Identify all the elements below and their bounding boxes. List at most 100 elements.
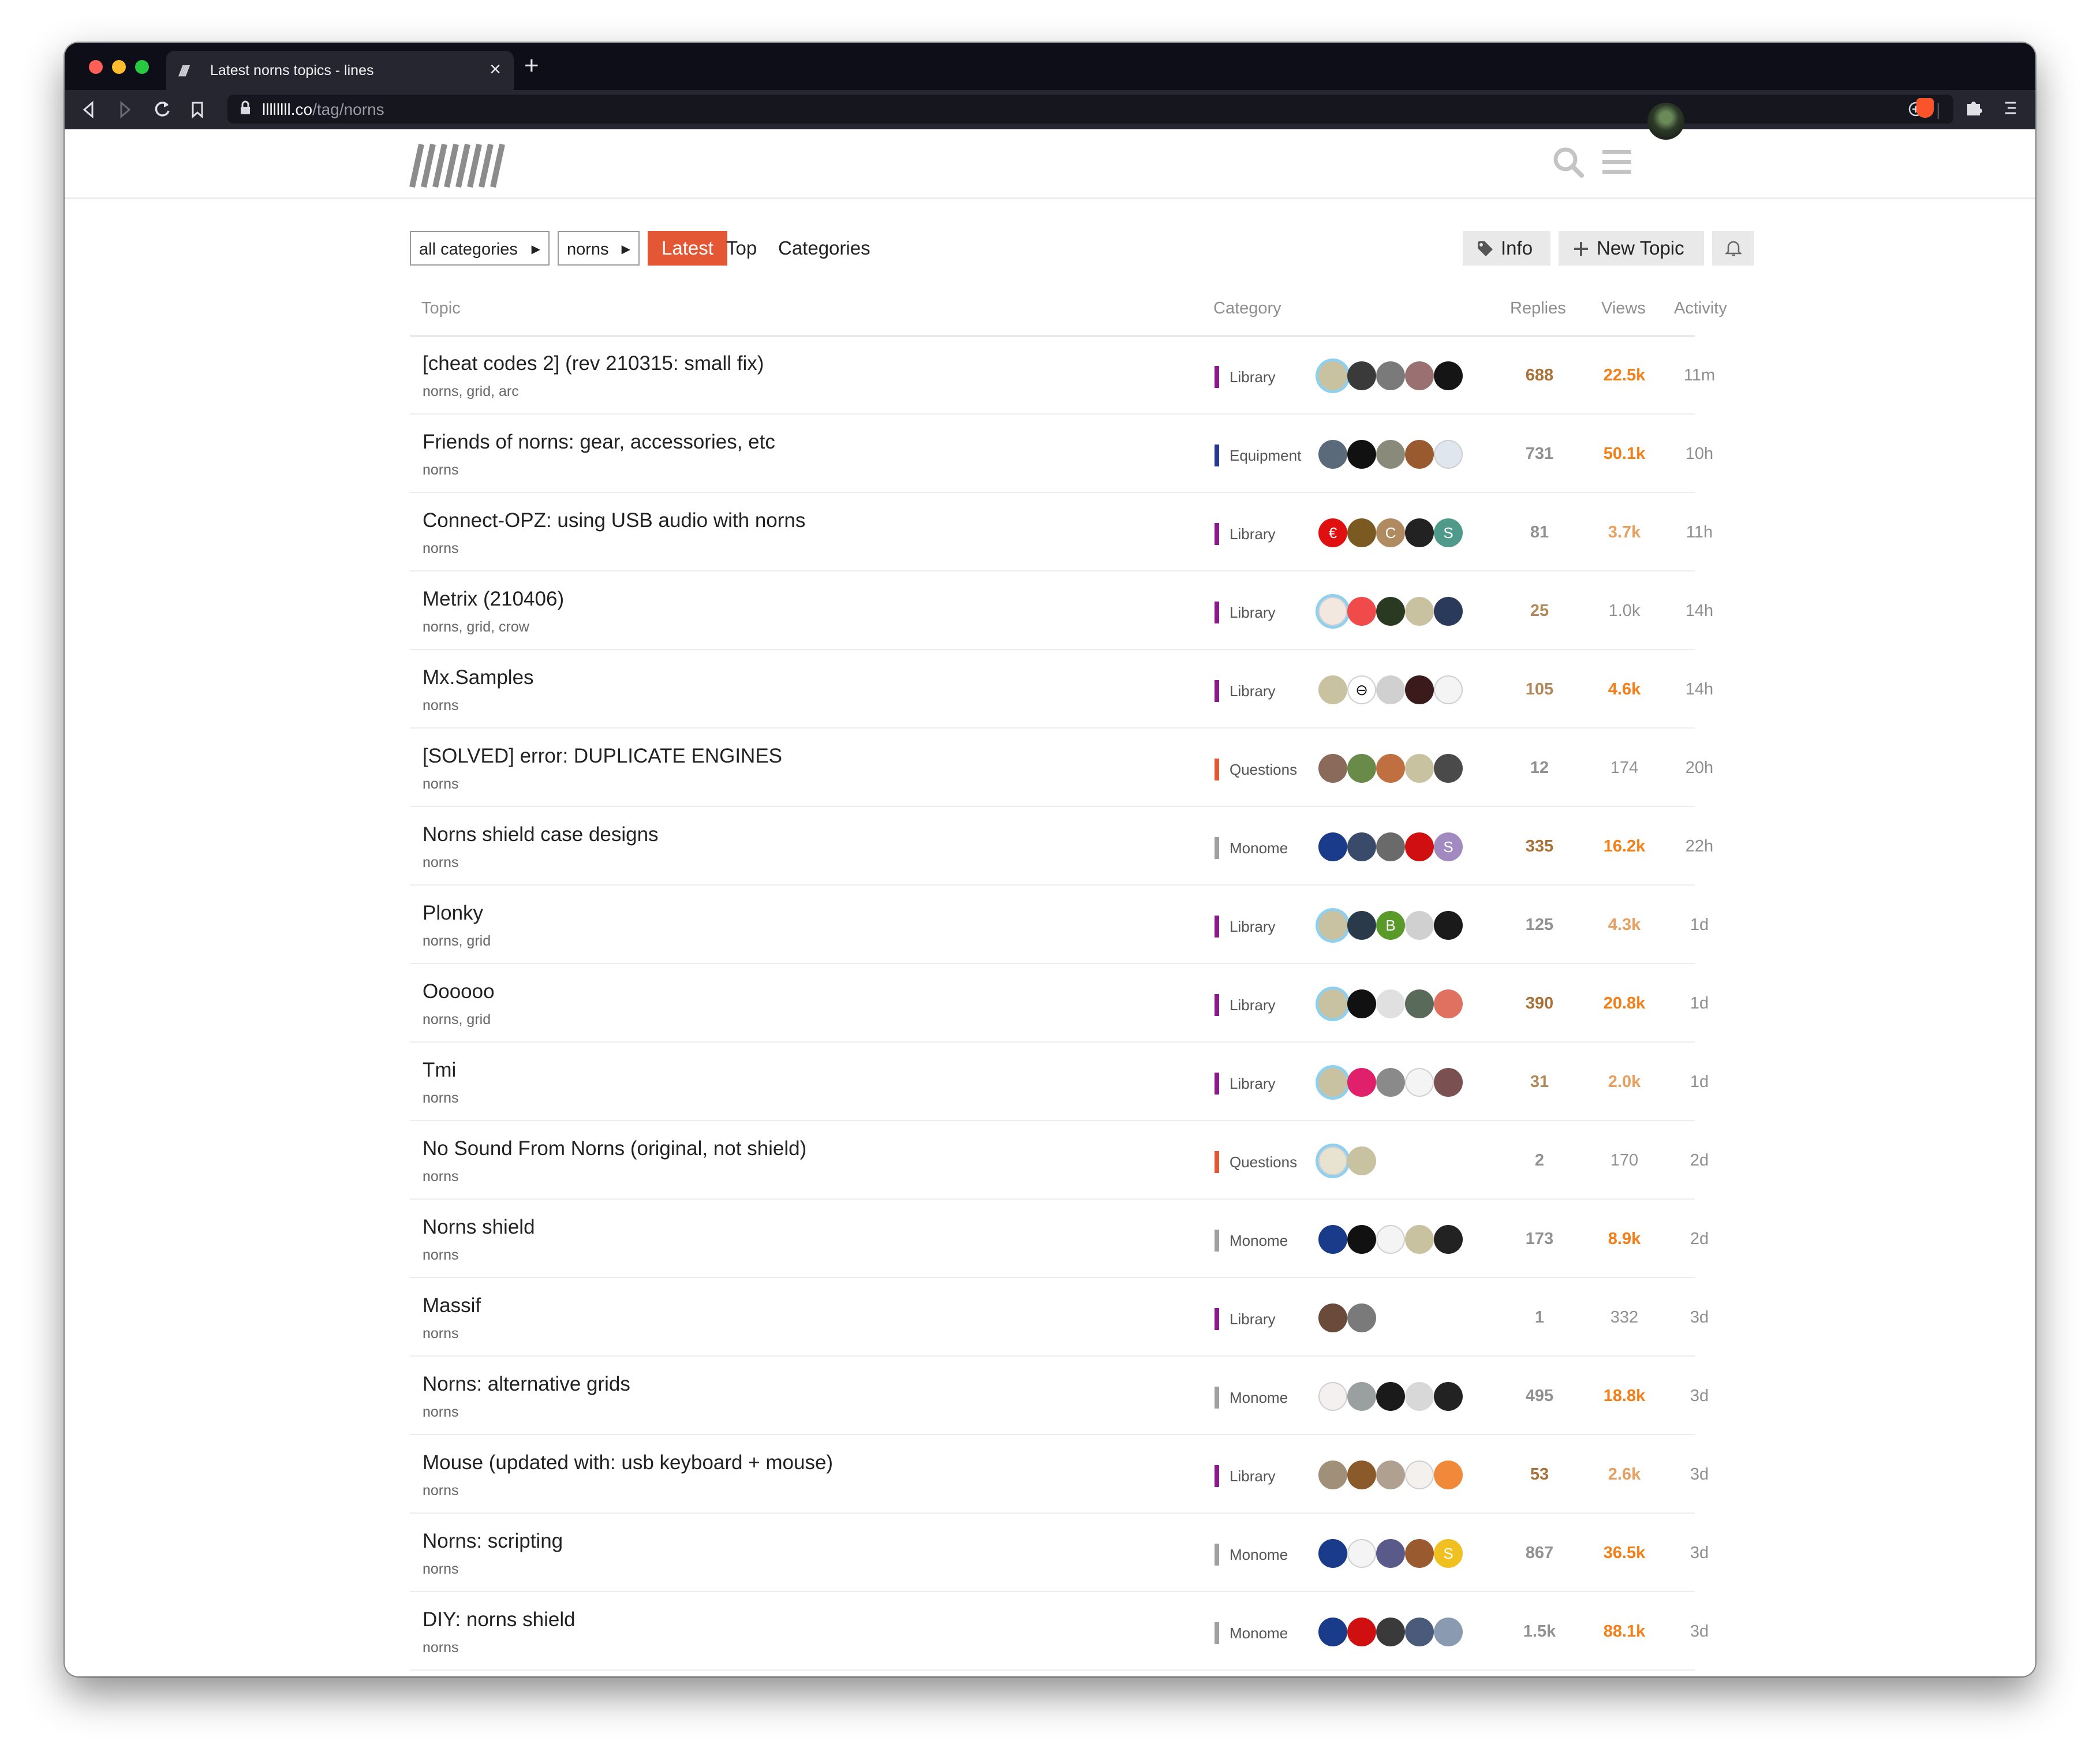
topic-title-link[interactable]: Norns shield case designs [423,823,659,846]
topic-title-link[interactable]: Norns: alternative grids [423,1373,630,1396]
user-avatar[interactable] [1647,103,1684,140]
poster-avatar[interactable] [1405,675,1434,704]
activity-time[interactable]: 1d [1673,994,1726,1013]
poster-avatar[interactable]: C [1376,518,1405,547]
column-topic[interactable]: Topic [421,299,461,318]
reply-count[interactable]: 1 [1519,1308,1560,1327]
activity-time[interactable]: 3d [1673,1622,1726,1641]
tab-latest[interactable]: Latest [648,231,727,266]
topic-tags[interactable]: norns, grid, crow [423,619,529,636]
poster-avatar[interactable] [1347,597,1376,626]
poster-avatar[interactable] [1376,989,1405,1018]
zoom-window-button[interactable] [135,60,149,74]
poster-avatar[interactable] [1376,1068,1405,1097]
poster-avatar[interactable] [1376,1382,1405,1411]
bookmark-icon[interactable] [190,98,204,126]
topic-title-link[interactable]: Norns shield [423,1216,535,1239]
topic-title-link[interactable]: DIY: norns shield [423,1608,576,1631]
poster-avatar[interactable] [1434,1618,1463,1646]
topic-tags[interactable]: norns [423,462,459,479]
category-badge[interactable]: Library [1215,523,1275,545]
category-badge[interactable]: Library [1215,1073,1275,1095]
activity-time[interactable]: 3d [1673,1544,1726,1563]
category-badge[interactable]: Library [1215,602,1275,623]
poster-avatar[interactable] [1405,597,1434,626]
poster-avatar[interactable] [1405,518,1434,547]
poster-avatar[interactable] [1318,989,1347,1018]
activity-time[interactable]: 10h [1673,445,1726,464]
poster-avatar[interactable] [1376,1225,1405,1254]
category-badge[interactable]: Monome [1215,1622,1288,1644]
reply-count[interactable]: 53 [1519,1465,1560,1484]
category-badge[interactable]: Library [1215,916,1275,937]
poster-avatar[interactable] [1347,989,1376,1018]
poster-avatar[interactable] [1318,1146,1347,1175]
tag-dropdown[interactable]: norns ▶ [558,231,640,266]
site-logo[interactable] [409,142,508,192]
category-badge[interactable]: Library [1215,994,1275,1016]
poster-avatar[interactable] [1318,832,1347,861]
poster-avatar[interactable] [1376,675,1405,704]
poster-avatar[interactable] [1405,440,1434,469]
topic-row[interactable]: Mx.Samples norns Library ⊖ 105 4.6k 14h [410,650,1713,729]
topic-tags[interactable]: norns [423,1090,459,1107]
topic-title-link[interactable]: Mouse (updated with: usb keyboard + mous… [423,1451,833,1474]
search-icon[interactable] [1552,145,1585,182]
topic-title-link[interactable]: [SOLVED] error: DUPLICATE ENGINES [423,745,782,768]
column-activity[interactable]: Activity [1674,299,1727,318]
reply-count[interactable]: 390 [1519,994,1560,1013]
category-badge[interactable]: Library [1215,1308,1275,1330]
reply-count[interactable]: 173 [1519,1230,1560,1249]
topic-tags[interactable]: norns [423,854,459,871]
new-tab-button[interactable]: + [524,53,539,79]
poster-avatar[interactable] [1405,1068,1434,1097]
reply-count[interactable]: 867 [1519,1544,1560,1563]
poster-avatar[interactable] [1347,1539,1376,1568]
category-badge[interactable]: Monome [1215,1544,1288,1566]
activity-time[interactable]: 11m [1673,366,1726,385]
minimize-window-button[interactable] [112,60,126,74]
topic-row[interactable]: Tmi norns Library 31 2.0k 1d [410,1043,1709,1121]
activity-time[interactable]: 20h [1673,759,1726,778]
topic-row[interactable]: Massif norns Library 1 332 3d [410,1278,1709,1357]
poster-avatar[interactable] [1347,832,1376,861]
poster-avatar[interactable] [1318,675,1347,704]
reply-count[interactable]: 688 [1519,366,1560,385]
topic-tags[interactable]: norns [423,540,459,557]
hamburger-menu-icon[interactable] [1602,149,1631,178]
poster-avatar[interactable] [1376,1461,1405,1489]
category-badge[interactable]: Library [1215,366,1275,388]
topic-tags[interactable]: norns [423,1482,459,1499]
poster-avatar[interactable] [1434,361,1463,390]
poster-avatar[interactable] [1347,1461,1376,1489]
topic-tags[interactable]: norns, grid [423,1011,491,1028]
menu-icon[interactable] [2003,98,2018,122]
poster-avatar[interactable] [1376,440,1405,469]
category-badge[interactable]: Questions [1215,1151,1297,1173]
topic-row[interactable]: [SOLVED] error: DUPLICATE ENGINES norns Qu… [410,729,1713,807]
poster-avatar[interactable] [1405,832,1434,861]
topic-tags[interactable]: norns [423,1404,459,1421]
poster-avatar[interactable]: S [1434,1539,1463,1568]
category-dropdown[interactable]: all categories ▶ [410,231,550,266]
topic-title-link[interactable]: Connect-OPZ: using USB audio with norns [423,509,805,532]
poster-avatar[interactable] [1347,911,1376,940]
new-topic-button[interactable]: New Topic [1559,231,1704,266]
poster-avatar[interactable] [1434,1382,1463,1411]
poster-avatar[interactable] [1376,832,1405,861]
topic-title-link[interactable]: Massif [423,1294,481,1317]
activity-time[interactable]: 14h [1673,680,1726,699]
poster-avatar[interactable] [1347,1303,1376,1332]
topic-row[interactable]: Norns shield norns Monome 173 8.9k 2d [410,1200,1709,1278]
poster-avatar[interactable] [1318,1382,1347,1411]
topic-title-link[interactable]: Plonky [423,902,483,925]
tab-top[interactable]: Top [726,231,757,266]
topic-tags[interactable]: norns [423,776,459,793]
browser-tab[interactable]: //// Latest norns topics - lines × [166,51,514,90]
poster-avatar[interactable]: S [1434,518,1463,547]
poster-avatar[interactable] [1347,518,1376,547]
poster-avatar[interactable] [1318,1618,1347,1646]
poster-avatar[interactable]: ⊖ [1347,675,1376,704]
topic-tags[interactable]: norns [423,1639,459,1656]
topic-title-link[interactable]: Oooooo [423,980,495,1003]
